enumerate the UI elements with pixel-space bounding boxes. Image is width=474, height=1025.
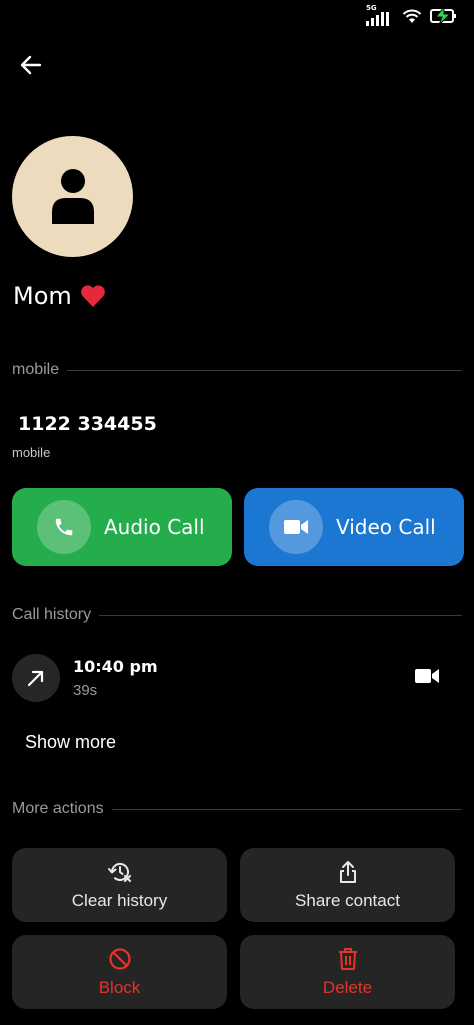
divider xyxy=(67,369,462,371)
block-icon xyxy=(108,947,131,970)
call-direction-badge xyxy=(12,654,60,702)
call-history-item[interactable]: 10:40 pm 39s xyxy=(12,654,462,704)
divider xyxy=(111,808,462,810)
block-label: Block xyxy=(98,977,141,997)
clear-history-button[interactable]: Clear history xyxy=(12,848,227,922)
section-more-actions: More actions xyxy=(12,800,462,818)
back-arrow-icon xyxy=(20,55,42,75)
video-camera-icon xyxy=(284,520,308,534)
back-button[interactable] xyxy=(16,50,46,80)
divider xyxy=(99,614,462,616)
video-call-button[interactable]: Video Call xyxy=(244,488,464,566)
section-call-history: Call history xyxy=(12,606,462,624)
audio-call-label: Audio Call xyxy=(104,515,205,539)
call-duration: 39s xyxy=(73,682,98,699)
block-button[interactable]: Block xyxy=(12,935,227,1009)
status-icons: 5G xyxy=(366,4,458,26)
phone-icon xyxy=(55,518,73,536)
share-contact-label: Share contact xyxy=(295,890,400,910)
section-call-history-label: Call history xyxy=(12,606,92,623)
outgoing-call-arrow-icon xyxy=(27,670,44,687)
audio-call-button[interactable]: Audio Call xyxy=(12,488,232,566)
heart-icon xyxy=(80,285,105,307)
delete-label: Delete xyxy=(322,977,373,997)
trash-icon xyxy=(338,947,357,970)
clear-history-label: Clear history xyxy=(71,890,168,910)
section-more-actions-label: More actions xyxy=(12,800,104,817)
wifi-icon xyxy=(402,9,422,23)
phone-number[interactable]: 1122 334455 xyxy=(18,413,157,435)
person-icon xyxy=(51,168,94,224)
delete-button[interactable]: Delete xyxy=(240,935,455,1009)
signal-icon: 5G xyxy=(366,4,394,26)
section-mobile: mobile xyxy=(12,361,462,379)
show-more-button[interactable]: Show more xyxy=(25,732,116,753)
battery-charging-icon xyxy=(430,6,456,26)
status-bar: 5G xyxy=(0,0,474,36)
audio-call-icon-circle xyxy=(37,500,91,554)
section-mobile-label: mobile xyxy=(12,361,60,378)
phone-type: mobile xyxy=(12,445,51,460)
call-time: 10:40 pm xyxy=(73,657,158,676)
contact-name-row: Mom xyxy=(13,282,106,310)
network-type: 5G xyxy=(366,4,377,12)
video-call-type-icon xyxy=(415,669,439,683)
share-icon xyxy=(339,860,356,883)
video-call-icon-circle xyxy=(269,500,323,554)
avatar xyxy=(12,136,133,257)
video-call-label: Video Call xyxy=(336,515,436,539)
share-contact-button[interactable]: Share contact xyxy=(240,848,455,922)
contact-name: Mom xyxy=(13,282,72,310)
clear-history-icon xyxy=(107,862,131,882)
